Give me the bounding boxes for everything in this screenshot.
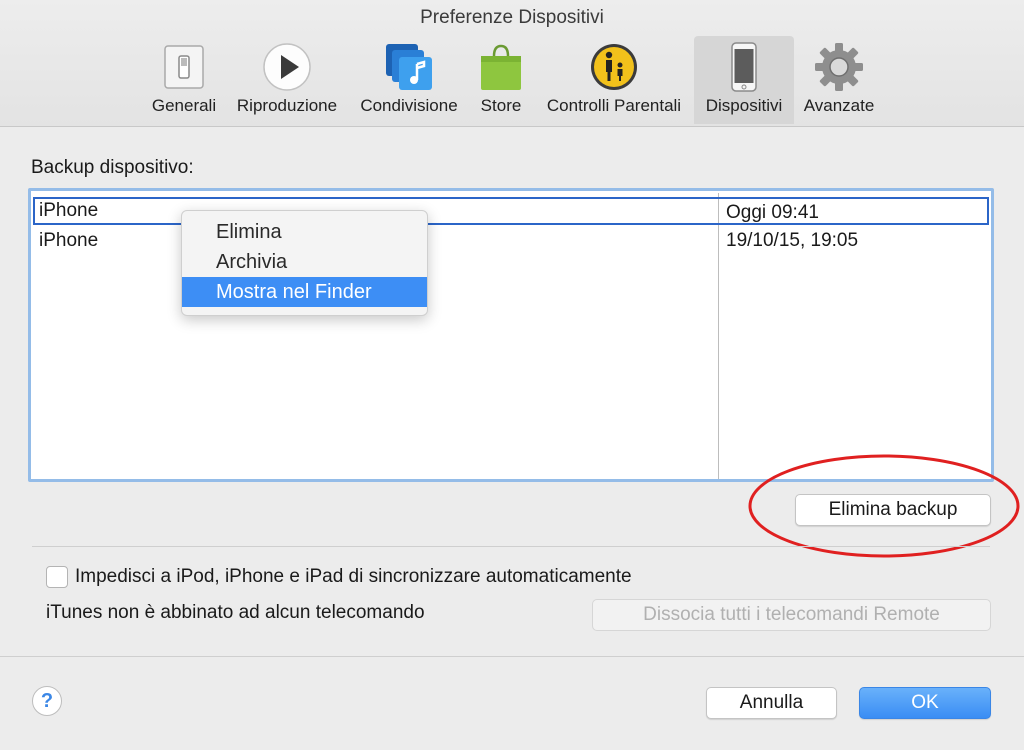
toolbar: Preferenze Dispositivi Generali Riproduz… bbox=[0, 0, 1024, 127]
backup-date: 19/10/15, 19:05 bbox=[726, 230, 859, 251]
preferences-window: Preferenze Dispositivi Generali Riproduz… bbox=[0, 0, 1024, 750]
shopping-bag-icon bbox=[481, 44, 521, 90]
parental-controls-icon bbox=[591, 44, 637, 90]
tab-label: Generali bbox=[151, 96, 217, 115]
tab-condivisione[interactable]: Condivisione bbox=[354, 36, 464, 124]
sharing-music-icon bbox=[386, 44, 432, 90]
backup-section-title: Backup dispositivo: bbox=[31, 157, 194, 178]
backup-date: Oggi 09:41 bbox=[726, 202, 819, 223]
prevent-sync-checkbox[interactable] bbox=[46, 566, 68, 588]
separator bbox=[32, 546, 990, 547]
tab-label: Dispositivi bbox=[705, 96, 783, 115]
dissociate-remotes-button[interactable]: Dissocia tutti i telecomandi Remote bbox=[592, 599, 991, 631]
gear-icon bbox=[815, 43, 863, 91]
delete-backup-button[interactable]: Elimina backup bbox=[795, 494, 991, 526]
tab-label: Controlli Parentali bbox=[546, 96, 682, 115]
tab-controlli-parentali[interactable]: Controlli Parentali bbox=[538, 36, 690, 124]
backup-device-name: iPhone bbox=[39, 200, 99, 221]
backup-row[interactable]: iPhone 19/10/15, 19:05 bbox=[33, 227, 989, 255]
help-button[interactable]: ? bbox=[32, 686, 62, 716]
tab-dispositivi[interactable]: Dispositivi bbox=[694, 36, 794, 124]
backup-list[interactable]: iPhone Oggi 09:41 iPhone 19/10/15, 19:05 bbox=[28, 188, 994, 482]
menu-item-elimina[interactable]: Elimina bbox=[182, 217, 427, 247]
tab-riproduzione[interactable]: Riproduzione bbox=[231, 36, 343, 124]
tab-generali[interactable]: Generali bbox=[146, 36, 222, 124]
tab-label: Avanzate bbox=[803, 96, 875, 115]
context-menu: Elimina Archivia Mostra nel Finder bbox=[181, 210, 428, 316]
backup-row-selected[interactable]: iPhone Oggi 09:41 bbox=[33, 197, 989, 225]
remote-status-text: iTunes non è abbinato ad alcun telecoman… bbox=[46, 602, 425, 623]
tab-avanzate[interactable]: Avanzate bbox=[798, 36, 880, 124]
tab-store[interactable]: Store bbox=[474, 36, 528, 124]
play-icon bbox=[263, 43, 311, 91]
prevent-sync-label: Impedisci a iPod, iPhone e iPad di sincr… bbox=[75, 566, 632, 587]
tab-label: Store bbox=[480, 96, 522, 115]
backup-device-name: iPhone bbox=[39, 230, 99, 251]
tab-label: Condivisione bbox=[360, 96, 458, 115]
ok-button[interactable]: OK bbox=[859, 687, 991, 719]
tab-label: Riproduzione bbox=[236, 96, 338, 115]
iphone-icon bbox=[731, 42, 757, 92]
switch-icon bbox=[164, 45, 204, 89]
menu-item-archivia[interactable]: Archivia bbox=[182, 247, 427, 277]
window-title: Preferenze Dispositivi bbox=[420, 7, 604, 28]
footer-separator bbox=[0, 656, 1024, 657]
menu-item-mostra-nel-finder[interactable]: Mostra nel Finder bbox=[182, 277, 427, 307]
cancel-button[interactable]: Annulla bbox=[706, 687, 837, 719]
